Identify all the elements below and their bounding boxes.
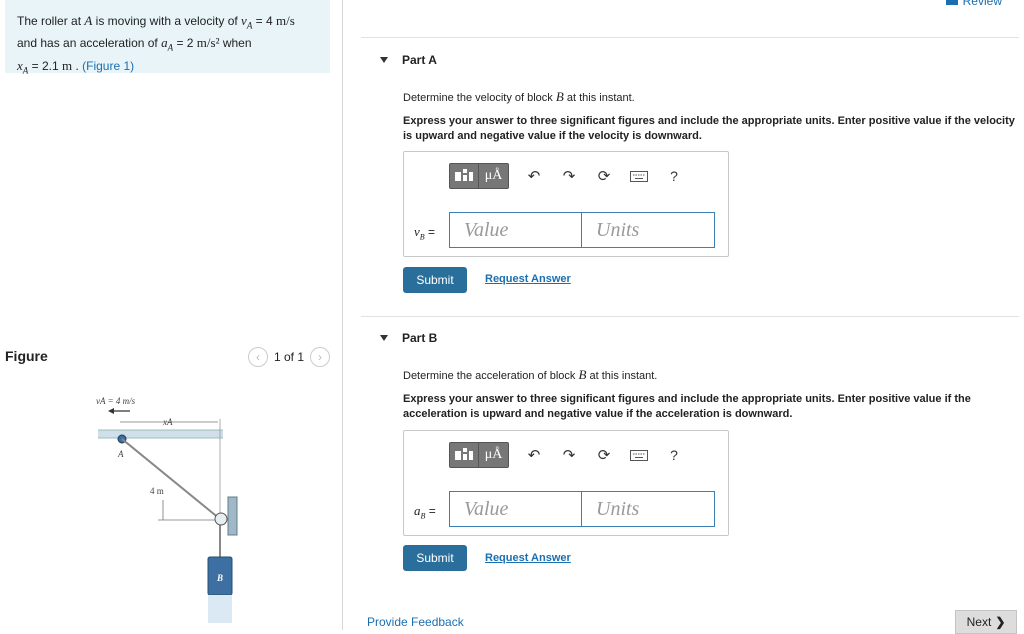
review-link[interactable]: Review [945, 0, 1002, 8]
help-icon[interactable]: ? [661, 163, 687, 189]
vB-label: vB = [414, 224, 436, 242]
divider [361, 316, 1019, 317]
right-panel: Review Part A Determine the velocity of … [343, 0, 1024, 634]
templates-icon[interactable] [449, 442, 479, 468]
left-panel: The roller at A is moving with a velocit… [0, 0, 343, 630]
reset-icon[interactable]: ⟳ [591, 163, 617, 189]
part-a-answer-box: μÅ ↶ ↷ ⟳ ? vB = Value Units [403, 151, 729, 257]
page-indicator: 1 of 1 [273, 350, 304, 364]
review-icon [945, 0, 958, 5]
units-icon[interactable]: μÅ [479, 163, 509, 189]
part-a-question: Determine the velocity of block B at thi… [403, 89, 1018, 144]
part-b-units-input[interactable]: Units [581, 491, 715, 527]
chevron-left-icon[interactable]: ‹ [247, 347, 268, 367]
provide-feedback-link[interactable]: Provide Feedback [367, 615, 464, 629]
cable-diagonal [121, 438, 221, 520]
redo-icon[interactable]: ↷ [556, 163, 582, 189]
label-4m: 4 m [150, 486, 164, 496]
templates-icon[interactable] [449, 163, 479, 189]
divider [361, 37, 1019, 38]
label-vA: vA = 4 m/s [96, 396, 136, 406]
collapse-triangle-icon [380, 57, 388, 63]
part-a-toolbar: μÅ ↶ ↷ ⟳ ? [449, 163, 687, 189]
figure-header: Figure ‹ 1 of 1 › [5, 347, 330, 371]
pulley [214, 512, 228, 526]
part-b-header[interactable]: Part B [380, 331, 437, 345]
problem-statement: The roller at A is moving with a velocit… [5, 0, 330, 75]
part-b-value-input[interactable]: Value [449, 491, 582, 527]
part-a-header[interactable]: Part A [380, 53, 437, 67]
part-a-title: Part A [402, 53, 437, 67]
keyboard-icon[interactable] [626, 163, 652, 189]
part-b-submit-button[interactable]: Submit [403, 545, 467, 571]
undo-icon[interactable]: ↶ [521, 442, 547, 468]
part-a-submit-button[interactable]: Submit [403, 267, 467, 293]
part-a-units-input[interactable]: Units [581, 212, 715, 248]
collapse-triangle-icon [380, 335, 388, 341]
pulley-mount [227, 496, 238, 536]
part-b-question: Determine the acceleration of block B at… [403, 367, 1018, 422]
figure-image: vA = 4 m/s xA A 4 m B [88, 385, 248, 625]
part-a-value-input[interactable]: Value [449, 212, 582, 248]
svg-text:A: A [117, 449, 124, 459]
redo-icon[interactable]: ↷ [556, 442, 582, 468]
next-button[interactable]: Next ❯ [955, 610, 1017, 634]
keyboard-icon[interactable] [626, 442, 652, 468]
part-b-request-answer-link[interactable]: Request Answer [485, 552, 571, 564]
help-icon[interactable]: ? [661, 442, 687, 468]
figure-link[interactable]: (Figure 1) [82, 59, 134, 73]
figure-title: Figure [5, 348, 48, 364]
part-b-title: Part B [402, 331, 438, 345]
part-a-instructions: Express your answer to three significant… [403, 115, 1015, 142]
undo-icon[interactable]: ↶ [521, 163, 547, 189]
roller-block-diagram: vA = 4 m/s xA A 4 m B [96, 396, 238, 623]
part-b-toolbar: μÅ ↶ ↷ ⟳ ? [449, 442, 687, 468]
horizontal-track [98, 430, 223, 438]
aB-label: aB = [414, 503, 436, 521]
chevron-right-icon: ❯ [995, 615, 1006, 629]
reset-icon[interactable]: ⟳ [591, 442, 617, 468]
svg-text:B: B [216, 573, 223, 583]
label-xA: xA [162, 417, 173, 427]
chevron-right-icon[interactable]: › [310, 347, 330, 367]
part-b-answer-box: μÅ ↶ ↷ ⟳ ? aB = Value Units [403, 430, 729, 536]
figure-pager: ‹ 1 of 1 › [247, 347, 330, 367]
part-a-request-answer-link[interactable]: Request Answer [485, 273, 571, 285]
units-icon[interactable]: μÅ [479, 442, 509, 468]
part-b-instructions: Express your answer to three significant… [403, 393, 971, 420]
